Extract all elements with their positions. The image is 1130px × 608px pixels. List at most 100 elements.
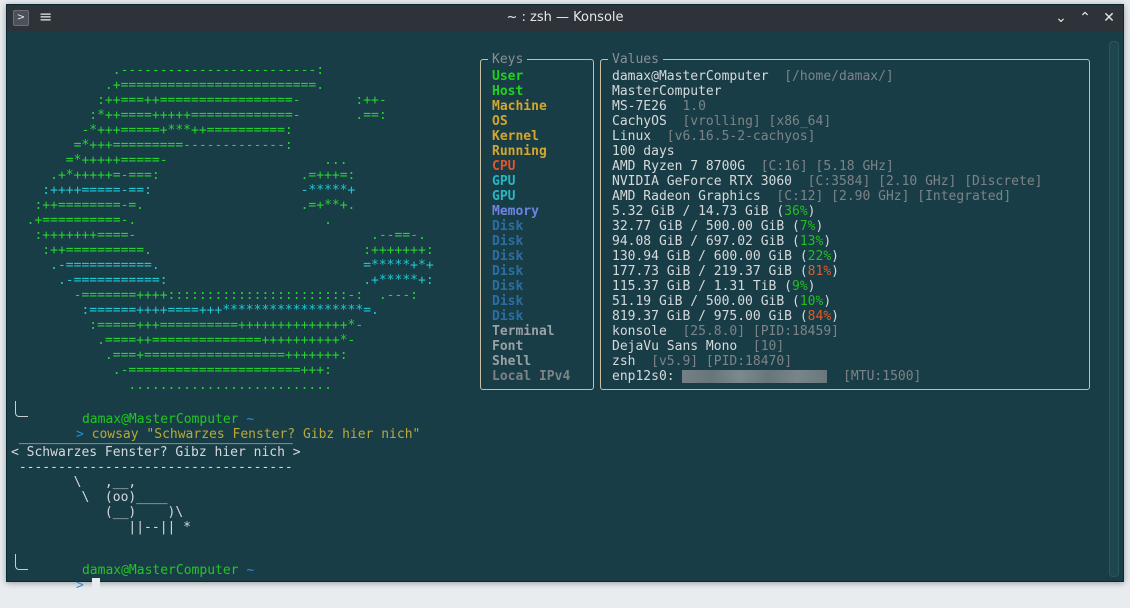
window-title: ~ : zsh — Konsole [506, 10, 624, 25]
value-text: ) [831, 264, 839, 279]
value-text: 13% [799, 234, 824, 249]
value-text: MS-7E26 [612, 99, 683, 114]
ascii-logo-line: :++===++=================- :++- [11, 93, 387, 108]
key-label-disk: Disk [492, 309, 524, 324]
ascii-logo-line: .-======================+++: [11, 363, 332, 378]
value-text: ) [815, 219, 824, 234]
key-label-gpu: GPU [492, 189, 516, 204]
value-row: 177.73 GiB / 219.37 GiB (81%) [612, 264, 839, 279]
value-text: AMD Ryzen 7 8700G [612, 159, 761, 174]
value-text: ) [831, 249, 839, 264]
cowsay-line: \ ,__, [11, 475, 137, 490]
key-label-disk: Disk [492, 264, 524, 279]
value-text: ) [807, 204, 816, 219]
value-row: MasterComputer [612, 84, 722, 99]
cowsay-line: ___________________________________ [11, 430, 293, 445]
ascii-logo-line: .+=========================. [11, 78, 325, 93]
value-text: damax@MasterComputer [612, 69, 785, 84]
ascii-logo-line: .......................... [11, 378, 332, 393]
ascii-logo-line: .+*+++++=-===: .=+++=: [11, 168, 356, 183]
maximize-icon[interactable]: ⌃ [1075, 8, 1095, 28]
key-label-local-ipv4: Local IPv4 [492, 369, 571, 384]
key-label-memory: Memory [492, 204, 539, 219]
key-label-kernel: Kernel [492, 129, 539, 144]
prompt-arrow-2: > [75, 578, 84, 593]
prompt-cwd-2: ~ [246, 563, 255, 578]
value-row: NVIDIA GeForce RTX 3060 [C:3584] [2.10 G… [612, 174, 1042, 189]
value-text: AMD Radeon Graphics [612, 189, 777, 204]
terminal-app-icon[interactable]: > [13, 10, 29, 26]
ascii-logo-line: :++++=====-==: -*****+ [11, 183, 356, 198]
close-icon[interactable]: ✕ [1099, 8, 1119, 28]
ascii-logo-line: .-------------------------: [11, 63, 325, 78]
ascii-logo-line: .-===========. =*****+*+ [11, 258, 434, 273]
cowsay-line: < Schwarzes Fenster? Gibz hier nich > [11, 445, 301, 460]
value-text: [vrolling] [x86_64] [682, 114, 832, 129]
scrollbar[interactable] [1109, 41, 1119, 577]
value-text: ) [807, 279, 816, 294]
prompt-line-2: damax@MasterComputer ~ [35, 548, 254, 578]
value-row: zsh [v5.9] [PID:18470] [612, 354, 792, 369]
ascii-logo-line: .+==========-. . [11, 213, 332, 228]
value-text: 32.77 GiB / 500.00 GiB ( [612, 219, 800, 234]
key-label-os: OS [492, 114, 508, 129]
title-bar[interactable]: > ≡ ~ : zsh — Konsole ⌄ ⌃ ✕ [7, 5, 1123, 31]
value-row: 5.32 GiB / 14.73 GiB (36%) [612, 204, 816, 219]
value-row: enp12s0: [MTU:1500] [612, 369, 921, 384]
ascii-logo-line: =*+++=========-------------: [11, 138, 293, 153]
redacted-ip [682, 370, 828, 383]
value-row: MS-7E26 1.0 [612, 99, 706, 114]
terminal-area[interactable]: .-------------------------: .+==========… [7, 31, 1123, 593]
ascii-logo-line: :*++====+++++=============- .==: [11, 108, 387, 123]
text-cursor [91, 578, 100, 593]
value-row: 130.94 GiB / 600.00 GiB (22%) [612, 249, 839, 264]
cowsay-line: ----------------------------------- [11, 460, 293, 475]
ascii-logo-line: :++========-=. .=+**+. [11, 198, 356, 213]
prompt-corner-2 [15, 554, 28, 570]
value-text: konsole [612, 324, 683, 339]
cowsay-line: (__) )\ [11, 505, 184, 520]
value-row: DejaVu Sans Mono [10] [612, 339, 784, 354]
hamburger-menu-icon[interactable]: ≡ [39, 7, 55, 27]
key-label-machine: Machine [492, 99, 547, 114]
ascii-logo-line: :++==========. :+++++++: [11, 243, 434, 258]
value-text: 7% [799, 219, 816, 234]
value-text: ) [823, 294, 832, 309]
cowsay-line: \ (oo)____ [11, 490, 168, 505]
value-row: 51.19 GiB / 500.00 GiB (10%) [612, 294, 831, 309]
value-text: Linux [612, 129, 667, 144]
key-label-host: Host [492, 84, 524, 99]
value-text: 81% [807, 264, 832, 279]
key-label-disk: Disk [492, 294, 524, 309]
key-label-terminal: Terminal [492, 324, 555, 339]
prompt-user-host-2: damax@MasterComputer [81, 563, 239, 578]
value-text: [10] [752, 339, 785, 354]
value-text: 36% [784, 204, 808, 219]
value-text: 51.19 GiB / 500.00 GiB ( [612, 294, 800, 309]
ascii-logo-line: .-===========: .+*****+: [11, 273, 434, 288]
value-text: [MTU:1500] [827, 369, 922, 384]
key-label-disk: Disk [492, 219, 524, 234]
cowsay-line: ||--|| * [11, 520, 192, 535]
value-row: 115.37 GiB / 1.31 TiB (9%) [612, 279, 816, 294]
prompt-corner [15, 401, 28, 417]
value-text: [C:16] [5.18 GHz] [760, 159, 894, 174]
value-text: [/home/damax/] [784, 69, 894, 84]
value-text: 1.0 [682, 99, 706, 114]
key-label-disk: Disk [492, 279, 524, 294]
value-text: 130.94 GiB / 600.00 GiB ( [612, 249, 808, 264]
value-text: 84% [807, 309, 832, 324]
ascii-logo-line: .====++==============++++++++++*- [11, 333, 356, 348]
value-text: [v5.9] [PID:18470] [651, 354, 793, 369]
value-row: AMD Ryzen 7 8700G [C:16] [5.18 GHz] [612, 159, 894, 174]
value-row: 100 days [612, 144, 675, 159]
konsole-window: > ≡ ~ : zsh — Konsole ⌄ ⌃ ✕ .-----------… [6, 4, 1124, 593]
value-row: 819.37 GiB / 975.00 GiB (84%) [612, 309, 839, 324]
value-text: NVIDIA GeForce RTX 3060 [612, 174, 808, 189]
value-text: [25.8.0] [PID:18459] [682, 324, 839, 339]
minimize-icon[interactable]: ⌄ [1051, 8, 1071, 28]
command-line-2[interactable]: > [29, 563, 100, 593]
value-text: ) [831, 309, 839, 324]
value-row: AMD Radeon Graphics [C:12] [2.90 GHz] [I… [612, 189, 1011, 204]
values-legend: Values [608, 52, 663, 67]
